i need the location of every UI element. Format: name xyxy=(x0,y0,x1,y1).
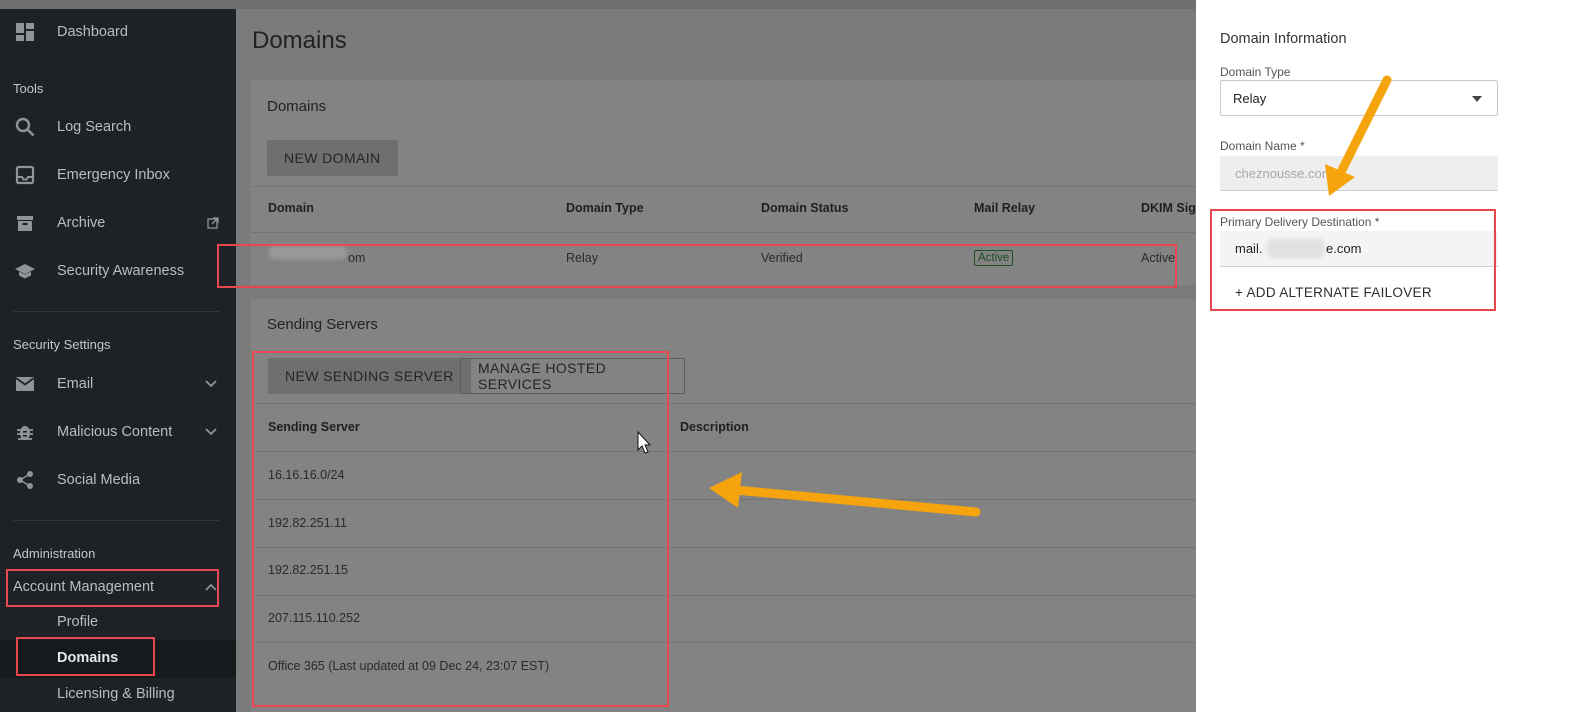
top-strip xyxy=(0,0,1196,9)
sidebar-divider xyxy=(13,311,220,312)
sidebar-subitem-licensing-billing[interactable]: Licensing & Billing xyxy=(57,686,175,702)
sidebar-divider xyxy=(13,520,220,521)
sidebar-item-social-media[interactable]: Social Media xyxy=(0,460,236,500)
external-link-icon xyxy=(206,216,220,230)
highlight-domains-item xyxy=(16,637,155,676)
highlight-domain-row xyxy=(217,244,1177,288)
section-administration: Administration xyxy=(13,546,96,561)
selected-value: Relay xyxy=(1233,91,1267,106)
sidebar-item-security-awareness[interactable]: Security Awareness xyxy=(0,251,236,291)
sidebar-item-dashboard[interactable]: Dashboard xyxy=(0,12,236,52)
dashboard-icon xyxy=(14,21,36,43)
envelope-icon xyxy=(14,373,36,395)
domain-type-label: Domain Type xyxy=(1220,65,1291,79)
section-security-settings: Security Settings xyxy=(13,337,111,352)
sidebar-item-label: Archive xyxy=(57,215,106,231)
new-domain-button[interactable]: NEW DOMAIN xyxy=(267,140,398,176)
sidebar-item-malicious-content[interactable]: Malicious Content xyxy=(0,412,236,452)
column-header-domain-type: Domain Type xyxy=(566,201,644,215)
inbox-icon xyxy=(14,164,36,186)
divider xyxy=(251,186,1211,187)
highlight-sending-servers xyxy=(252,351,669,707)
section-tools: Tools xyxy=(13,81,44,96)
column-header-dkim: DKIM Sig xyxy=(1141,201,1196,215)
sidebar-item-label: Social Media xyxy=(57,472,141,488)
sidebar-item-label: Emergency Inbox xyxy=(57,167,170,183)
domain-name-field: cheznousse.com xyxy=(1220,156,1498,191)
column-header-description: Description xyxy=(680,420,749,434)
sidebar-subitem-profile[interactable]: Profile xyxy=(57,614,98,630)
sidebar-item-archive[interactable]: Archive xyxy=(0,203,236,243)
sidebar-item-log-search[interactable]: Log Search xyxy=(0,107,236,147)
sidebar-item-label: Log Search xyxy=(57,119,132,135)
panel-title: Domain Information xyxy=(1220,31,1347,47)
column-header-domain-status: Domain Status xyxy=(761,201,849,215)
domain-type-select[interactable]: Relay xyxy=(1220,80,1498,116)
domain-name-label: Domain Name * xyxy=(1220,139,1305,153)
archive-icon xyxy=(14,212,36,234)
sidebar-item-label: Security Awareness xyxy=(57,263,185,279)
field-value: cheznousse.com xyxy=(1235,166,1333,181)
share-icon xyxy=(14,469,36,491)
caret-down-icon xyxy=(1472,96,1482,102)
card-title: Sending Servers xyxy=(267,316,378,333)
column-header-mail-relay: Mail Relay xyxy=(974,201,1036,215)
column-header-domain: Domain xyxy=(268,201,314,215)
chevron-down-icon xyxy=(204,377,218,391)
highlight-primary-delivery xyxy=(1210,209,1496,311)
sidebar-item-email[interactable]: Email xyxy=(0,364,236,404)
page-title: Domains xyxy=(252,27,347,54)
search-icon xyxy=(14,116,36,138)
card-title: Domains xyxy=(267,98,327,115)
chevron-down-icon xyxy=(204,425,218,439)
graduation-cap-icon xyxy=(14,260,36,282)
sidebar-item-label: Malicious Content xyxy=(57,424,173,440)
domain-info-panel: Domain Information Domain Type Relay Dom… xyxy=(1196,0,1576,712)
divider xyxy=(251,232,1211,233)
bug-icon xyxy=(14,421,36,443)
sidebar-item-label: Dashboard xyxy=(57,24,128,40)
highlight-account-management xyxy=(6,569,219,607)
sidebar-item-label: Email xyxy=(57,376,94,392)
sidebar-item-emergency-inbox[interactable]: Emergency Inbox xyxy=(0,155,236,195)
